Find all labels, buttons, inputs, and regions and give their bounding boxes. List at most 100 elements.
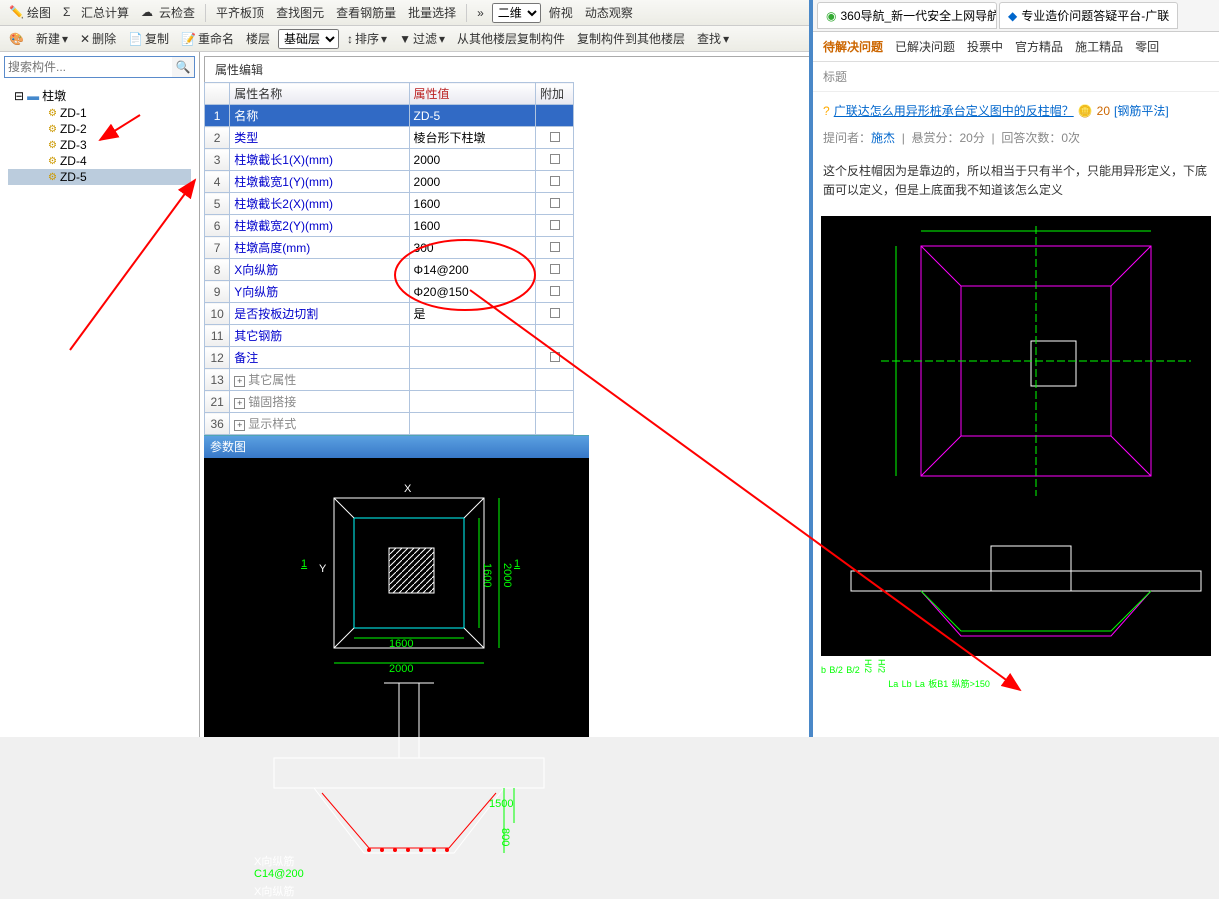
question-tag[interactable]: [钢筋平法] (1114, 102, 1169, 119)
search-icon[interactable]: 🔍 (172, 57, 194, 77)
sort-button[interactable]: ↕ 排序 ▾ (343, 28, 391, 49)
copy-to-floor-button[interactable]: 复制构件到其他楼层 (573, 28, 689, 49)
prop-value[interactable]: Φ20@150 (409, 281, 536, 303)
property-row[interactable]: 3柱墩截长1(X)(mm)2000 (205, 149, 574, 171)
tree-item-ZD-5[interactable]: ⚙ZD-5 (8, 169, 191, 185)
tree-item-ZD-2[interactable]: ⚙ZD-2 (8, 121, 191, 137)
find-button[interactable]: 查找 ▾ (693, 28, 733, 49)
topview-button[interactable]: 俯视 (545, 2, 577, 23)
prop-extra[interactable] (536, 325, 574, 347)
checkbox[interactable] (550, 154, 560, 164)
sum-button[interactable]: Σ汇总计算 (59, 2, 133, 23)
prop-value[interactable]: 1600 (409, 193, 536, 215)
nav-official[interactable]: 官方精品 (1015, 38, 1063, 55)
flat-button[interactable]: 平齐板顶 (212, 2, 268, 23)
prop-value[interactable]: 2000 (409, 149, 536, 171)
prop-value[interactable]: 2000 (409, 171, 536, 193)
prop-extra[interactable] (536, 149, 574, 171)
copy-from-floor-button[interactable]: 从其他楼层复制构件 (453, 28, 569, 49)
checkbox[interactable] (550, 132, 560, 142)
property-row[interactable]: 10是否按板边切割是 (205, 303, 574, 325)
prop-extra[interactable] (536, 237, 574, 259)
checkbox[interactable] (550, 286, 560, 296)
property-row[interactable]: 5柱墩截长2(X)(mm)1600 (205, 193, 574, 215)
nav-engineering[interactable]: 施工精品 (1075, 38, 1123, 55)
property-row[interactable]: 2类型棱台形下柱墩 (205, 127, 574, 149)
cloud-check-button[interactable]: ☁云检查 (137, 2, 199, 23)
tree-root[interactable]: ⊟ ▬ 柱墩 (8, 86, 191, 105)
delete-button[interactable]: ✕ 删除 (76, 28, 120, 49)
title-label: 标题 (813, 62, 1219, 92)
filter-button[interactable]: ▼ 过滤 ▾ (395, 28, 449, 49)
browser-tab-2[interactable]: ◆ 专业造价问题答疑平台-广联 (999, 2, 1178, 29)
prop-value[interactable]: Φ14@200 (409, 259, 536, 281)
checkbox[interactable] (550, 308, 560, 318)
prop-extra[interactable] (536, 193, 574, 215)
prop-extra[interactable] (536, 127, 574, 149)
prop-value[interactable] (409, 347, 536, 369)
prop-value[interactable] (409, 325, 536, 347)
nav-vote[interactable]: 投票中 (967, 38, 1003, 55)
batch-select-button[interactable]: 批量选择 (404, 2, 460, 23)
tree-item-ZD-1[interactable]: ⚙ZD-1 (8, 105, 191, 121)
dynamic-view-button[interactable]: 动态观察 (581, 2, 637, 23)
property-row[interactable]: 1名称ZD-5 (205, 105, 574, 127)
property-row[interactable]: 8X向纵筋Φ14@200 (205, 259, 574, 281)
copy-button[interactable]: 📄 复制 (124, 28, 173, 49)
nav-unsolved[interactable]: 待解决问题 (823, 38, 883, 55)
tree-item-ZD-3[interactable]: ⚙ZD-3 (8, 137, 191, 153)
checkbox[interactable] (550, 220, 560, 230)
property-row[interactable]: 9Y向纵筋Φ20@150 (205, 281, 574, 303)
nav-solved[interactable]: 已解决问题 (895, 38, 955, 55)
property-row[interactable]: 11其它钢筋 (205, 325, 574, 347)
property-row[interactable]: 4柱墩截宽1(Y)(mm)2000 (205, 171, 574, 193)
property-row[interactable]: 7柱墩高度(mm)300 (205, 237, 574, 259)
prop-extra[interactable] (536, 105, 574, 127)
prop-extra[interactable] (536, 281, 574, 303)
prop-extra[interactable] (536, 347, 574, 369)
prop-extra[interactable] (536, 215, 574, 237)
next-button[interactable]: » (473, 4, 488, 22)
prop-value[interactable]: 棱台形下柱墩 (409, 127, 536, 149)
cad-t150: 纵筋>150 (952, 679, 990, 689)
tree-item-ZD-4[interactable]: ⚙ZD-4 (8, 153, 191, 169)
checkbox[interactable] (550, 176, 560, 186)
property-row[interactable]: 36显示样式 (205, 413, 574, 435)
nav-zero[interactable]: 零回 (1135, 38, 1159, 55)
prop-extra[interactable] (536, 369, 574, 391)
col-name: 属性名称 (230, 83, 409, 105)
collapse-icon[interactable]: ⊟ (14, 89, 24, 103)
prop-extra[interactable] (536, 303, 574, 325)
prop-extra[interactable] (536, 171, 574, 193)
checkbox[interactable] (550, 264, 560, 274)
rename-button[interactable]: 📝 重命名 (177, 28, 238, 49)
prop-value[interactable]: 300 (409, 237, 536, 259)
checkbox[interactable] (550, 242, 560, 252)
new-button[interactable]: 新建 ▾ (32, 28, 72, 49)
search-input[interactable] (5, 57, 172, 77)
prop-extra[interactable] (536, 413, 574, 435)
prop-extra[interactable] (536, 259, 574, 281)
checkbox[interactable] (550, 198, 560, 208)
prop-value[interactable] (409, 391, 536, 413)
browser-tab-1[interactable]: ◉ 360导航_新一代安全上网导航 × (817, 2, 997, 29)
view-mode-select[interactable]: 二维 (492, 3, 541, 23)
prop-value[interactable] (409, 413, 536, 435)
property-row[interactable]: 6柱墩截宽2(Y)(mm)1600 (205, 215, 574, 237)
prop-value[interactable]: 是 (409, 303, 536, 325)
prop-value[interactable]: ZD-5 (409, 105, 536, 127)
prop-extra[interactable] (536, 391, 574, 413)
property-row[interactable]: 12备注 (205, 347, 574, 369)
property-row[interactable]: 21锚固搭接 (205, 391, 574, 413)
draw-button[interactable]: ✏️绘图 (5, 2, 55, 23)
property-row[interactable]: 13其它属性 (205, 369, 574, 391)
floor-select[interactable]: 基础层 (278, 29, 339, 49)
view-rebar-button[interactable]: 查看钢筋量 (332, 2, 400, 23)
prop-value[interactable] (409, 369, 536, 391)
cad-drawing: b B/2 B/2 H/2 H/2 反柱墩(X向) Y方向相同剖面 X方向相同剖… (821, 216, 1211, 656)
color-tool[interactable]: 🎨 (5, 30, 28, 48)
prop-value[interactable]: 1600 (409, 215, 536, 237)
find-element-button[interactable]: 查找图元 (272, 2, 328, 23)
checkbox[interactable] (550, 352, 560, 362)
question-title-link[interactable]: 广联达怎么用异形桩承台定义图中的反柱帽？ (834, 102, 1074, 119)
